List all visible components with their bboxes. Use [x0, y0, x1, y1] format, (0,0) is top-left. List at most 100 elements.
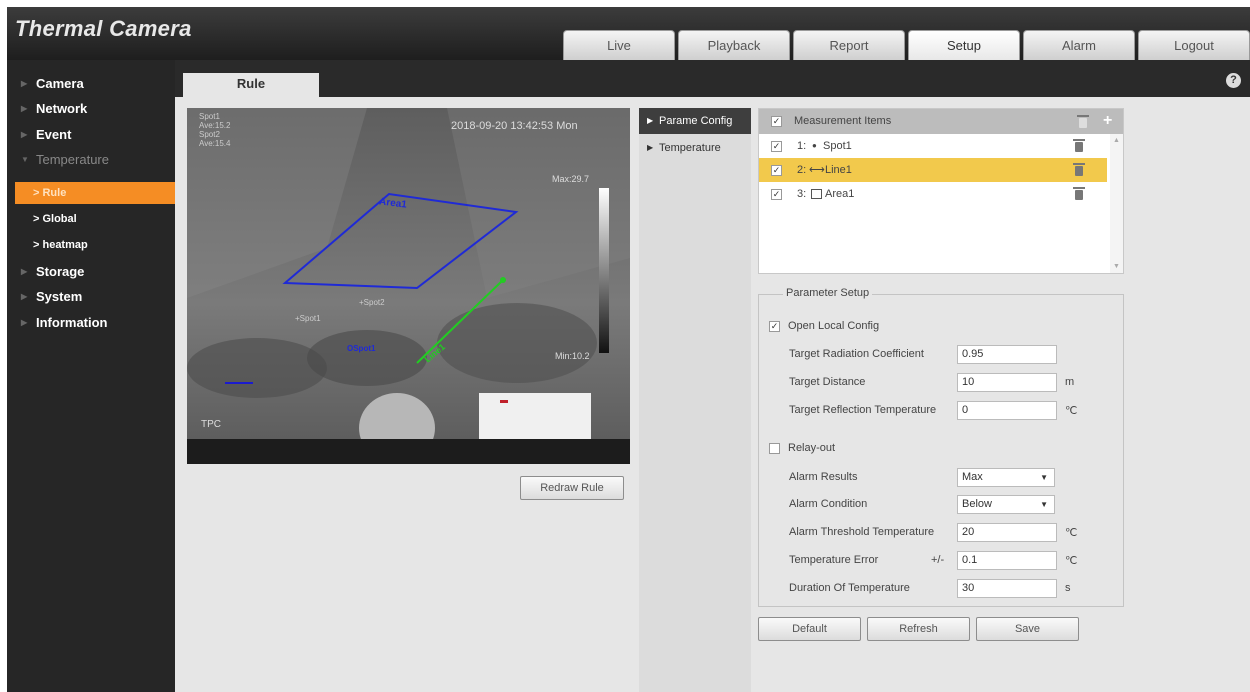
- video-info-lines: Spot1 Ave:15.2 Spot2 Ave:15.4: [199, 112, 231, 148]
- alarm-condition-select[interactable]: Below ▼: [957, 495, 1055, 514]
- measurement-header-label: Measurement Items: [794, 115, 892, 127]
- target-distance-label: Target Distance: [789, 376, 866, 388]
- reflection-temperature-label: Target Reflection Temperature: [789, 404, 937, 416]
- config-nav-parame-config[interactable]: ▶ Parame Config: [639, 108, 751, 134]
- scroll-down-icon[interactable]: ▼: [1113, 263, 1120, 270]
- open-local-config-label: Open Local Config: [788, 320, 880, 332]
- measurement-row[interactable]: ✓ 3: Area1: [759, 182, 1107, 206]
- open-local-config-checkbox[interactable]: ✓: [769, 321, 780, 332]
- parameter-setup-panel: Parameter Setup ✓ Open Local Config Targ…: [758, 287, 1124, 607]
- sidebar-item-temperature[interactable]: ▼ Temperature: [7, 148, 175, 172]
- sidebar-item-label: Network: [36, 101, 88, 116]
- reflection-temperature-input[interactable]: 0: [957, 401, 1057, 420]
- config-nav-temperature[interactable]: ▶ Temperature: [639, 135, 751, 161]
- alarm-results-value: Max: [962, 471, 983, 483]
- select-all-checkbox[interactable]: ✓: [771, 116, 782, 127]
- sidebar-subitem-label: > Rule: [33, 187, 67, 199]
- sidebar-item-event[interactable]: ▶ Event: [7, 123, 175, 147]
- sidebar-subitem-global[interactable]: > Global: [15, 208, 175, 230]
- tab-report[interactable]: Report: [793, 30, 905, 60]
- tab-logout[interactable]: Logout: [1138, 30, 1250, 60]
- radiation-coefficient-label: Target Radiation Coefficient: [789, 348, 924, 360]
- sidebar-item-system[interactable]: ▶ System: [7, 285, 175, 309]
- triangle-right-icon: ▶: [21, 130, 28, 139]
- radiation-coefficient-input[interactable]: 0.95: [957, 345, 1057, 364]
- measurement-items-header: ✓ Measurement Items +: [759, 109, 1123, 134]
- sidebar-item-label: Information: [36, 315, 108, 330]
- row-checkbox[interactable]: ✓: [771, 189, 782, 200]
- line-icon: ⟷: [809, 164, 825, 176]
- sidebar-subitem-heatmap[interactable]: > heatmap: [15, 234, 175, 256]
- alarm-results-select[interactable]: Max ▼: [957, 468, 1055, 487]
- duration-input[interactable]: 30: [957, 579, 1057, 598]
- tab-playback[interactable]: Playback: [678, 30, 790, 60]
- thermal-video-preview[interactable]: Spot1 Ave:15.2 Spot2 Ave:15.4 2018-09-20…: [187, 108, 630, 463]
- measurement-row[interactable]: ✓ 1: ● Spot1: [759, 134, 1107, 158]
- target-distance-input[interactable]: 10: [957, 373, 1057, 392]
- delete-icon[interactable]: [1073, 187, 1085, 200]
- row-index: 2:: [797, 164, 807, 176]
- sidebar-subitem-label: > heatmap: [33, 239, 88, 251]
- alarm-condition-value: Below: [962, 498, 992, 510]
- delete-icon[interactable]: [1073, 163, 1085, 176]
- triangle-right-icon: ▶: [21, 292, 28, 301]
- spot-marker-label: OSpot1: [347, 344, 376, 353]
- sidebar: ▶ Camera ▶ Network ▶ Event ▼ Temperature…: [7, 60, 175, 692]
- scroll-up-icon[interactable]: ▲: [1113, 137, 1120, 144]
- temperature-scale-bar: [599, 188, 609, 353]
- triangle-right-icon: ▶: [21, 318, 28, 327]
- arrow-right-icon: ▶: [647, 143, 654, 152]
- top-header: Thermal Camera Live Playback Report Setu…: [7, 7, 1250, 60]
- refresh-button[interactable]: Refresh: [867, 617, 970, 641]
- tab-live[interactable]: Live: [563, 30, 675, 60]
- spot1-label: +Spot1: [295, 314, 321, 323]
- sidebar-item-storage[interactable]: ▶ Storage: [7, 260, 175, 284]
- temperature-error-label: Temperature Error: [789, 554, 879, 566]
- app-title: Thermal Camera: [15, 16, 192, 41]
- help-icon[interactable]: ?: [1226, 73, 1241, 88]
- max-temperature-label: Max:29.7: [552, 174, 590, 184]
- min-temperature-label: Min:10.2: [555, 351, 590, 361]
- threshold-temperature-input[interactable]: 20: [957, 523, 1057, 542]
- sidebar-item-network[interactable]: ▶ Network: [7, 97, 175, 121]
- video-status-bar: [187, 439, 630, 464]
- add-icon[interactable]: +: [1103, 108, 1112, 133]
- tab-setup[interactable]: Setup: [908, 30, 1020, 60]
- sidebar-item-camera[interactable]: ▶ Camera: [7, 72, 175, 96]
- row-label: Area1: [825, 188, 855, 200]
- area-icon: [811, 189, 822, 199]
- measurement-items-panel: ✓ Measurement Items + ✓ 1: ● Spot1 ✓ 2: …: [758, 108, 1124, 274]
- delete-icon[interactable]: [1073, 139, 1085, 152]
- sidebar-subitem-rule[interactable]: > Rule: [15, 182, 175, 204]
- distance-unit: m: [1065, 376, 1075, 388]
- relay-out-label: Relay-out: [788, 442, 836, 454]
- delete-all-icon[interactable]: [1077, 115, 1089, 128]
- reflection-unit: ℃: [1065, 405, 1078, 417]
- relay-out-checkbox[interactable]: [769, 443, 780, 454]
- sidebar-item-label: Storage: [36, 264, 85, 279]
- config-nav-label: Parame Config: [659, 115, 733, 127]
- row-checkbox[interactable]: ✓: [771, 141, 782, 152]
- thermal-scene: [187, 108, 630, 463]
- measurement-row[interactable]: ✓ 2: ⟷ Line1: [759, 158, 1107, 182]
- save-button[interactable]: Save: [976, 617, 1079, 641]
- sidebar-subitem-label: > Global: [33, 213, 77, 225]
- triangle-right-icon: ▶: [21, 79, 28, 88]
- row-checkbox[interactable]: ✓: [771, 165, 782, 176]
- duration-label: Duration Of Temperature: [789, 582, 910, 594]
- chevron-down-icon: ▼: [1040, 473, 1048, 482]
- row-index: 3:: [797, 188, 807, 200]
- redraw-rule-button[interactable]: Redraw Rule: [520, 476, 624, 500]
- channel-label: TPC: [201, 419, 221, 430]
- temperature-error-input[interactable]: 0.1: [957, 551, 1057, 570]
- triangle-down-icon: ▼: [21, 155, 29, 164]
- error-unit: ℃: [1065, 555, 1078, 567]
- list-scrollbar[interactable]: ▲ ▼: [1110, 134, 1123, 273]
- default-button[interactable]: Default: [758, 617, 861, 641]
- tab-alarm[interactable]: Alarm: [1023, 30, 1135, 60]
- sidebar-item-label: Temperature: [36, 152, 109, 167]
- sidebar-item-label: Camera: [36, 76, 84, 91]
- row-label: Spot1: [823, 140, 852, 152]
- sidebar-item-information[interactable]: ▶ Information: [7, 311, 175, 335]
- tab-rule[interactable]: Rule: [183, 73, 319, 97]
